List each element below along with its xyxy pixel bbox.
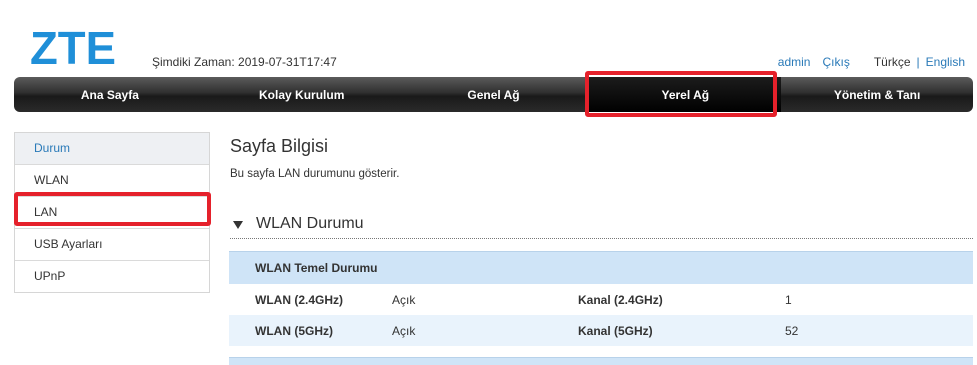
sidebar-item-usb-ayarlari[interactable]: USB Ayarları bbox=[15, 229, 209, 261]
page-description: Bu sayfa LAN durumunu gösterir. bbox=[230, 168, 400, 180]
highlight-sidebar-lan bbox=[14, 192, 211, 226]
row-label: WLAN (5GHz) bbox=[255, 323, 333, 338]
section-title: WLAN Durumu bbox=[256, 215, 364, 232]
top-links: admin Çıkış Türkçe | English bbox=[778, 55, 965, 69]
row-label: Kanal (2.4GHz) bbox=[578, 292, 663, 307]
wlan-status-table: WLAN Temel Durumu WLAN (2.4GHz) Açık Kan… bbox=[229, 251, 973, 346]
row-value: 1 bbox=[785, 292, 792, 307]
language-current: Türkçe bbox=[873, 55, 911, 69]
highlight-nav-yerel-ag bbox=[585, 71, 777, 117]
language-separator: | bbox=[916, 55, 920, 69]
row-value: 52 bbox=[785, 323, 799, 338]
table-row: WLAN (5GHz) Açık Kanal (5GHz) 52 bbox=[229, 315, 973, 346]
sidebar-item-upnp[interactable]: UPnP bbox=[15, 261, 209, 292]
sidebar-item-durum[interactable]: Durum bbox=[15, 133, 209, 165]
zte-logo: ZTE bbox=[30, 24, 116, 68]
section-header[interactable]: WLAN Durumu bbox=[230, 210, 973, 239]
current-time: Şimdiki Zaman: 2019-07-31T17:47 bbox=[152, 55, 337, 69]
logo-text: ZTE bbox=[30, 24, 116, 68]
row-label: WLAN (2.4GHz) bbox=[255, 292, 343, 307]
main-nav: Ana Sayfa Kolay Kurulum Genel Ağ Yerel A… bbox=[14, 77, 973, 112]
collapse-triangle-icon[interactable] bbox=[233, 220, 243, 229]
admin-link[interactable]: admin bbox=[778, 55, 811, 69]
logout-link[interactable]: Çıkış bbox=[822, 55, 849, 69]
row-value: Açık bbox=[392, 292, 416, 307]
table-header: WLAN Temel Durumu bbox=[229, 251, 973, 284]
row-label: Kanal (5GHz) bbox=[578, 323, 653, 338]
table-row: WLAN (2.4GHz) Açık Kanal (2.4GHz) 1 bbox=[229, 284, 973, 315]
nav-kolay-kurulum[interactable]: Kolay Kurulum bbox=[206, 77, 398, 112]
nav-yonetim-tani[interactable]: Yönetim & Tanı bbox=[781, 77, 973, 112]
nav-genel-ag[interactable]: Genel Ağ bbox=[398, 77, 590, 112]
language-english-link[interactable]: English bbox=[926, 55, 965, 69]
page-title: Sayfa Bilgisi bbox=[230, 136, 329, 156]
row-value: Açık bbox=[392, 323, 416, 338]
nav-ana-sayfa[interactable]: Ana Sayfa bbox=[14, 77, 206, 112]
